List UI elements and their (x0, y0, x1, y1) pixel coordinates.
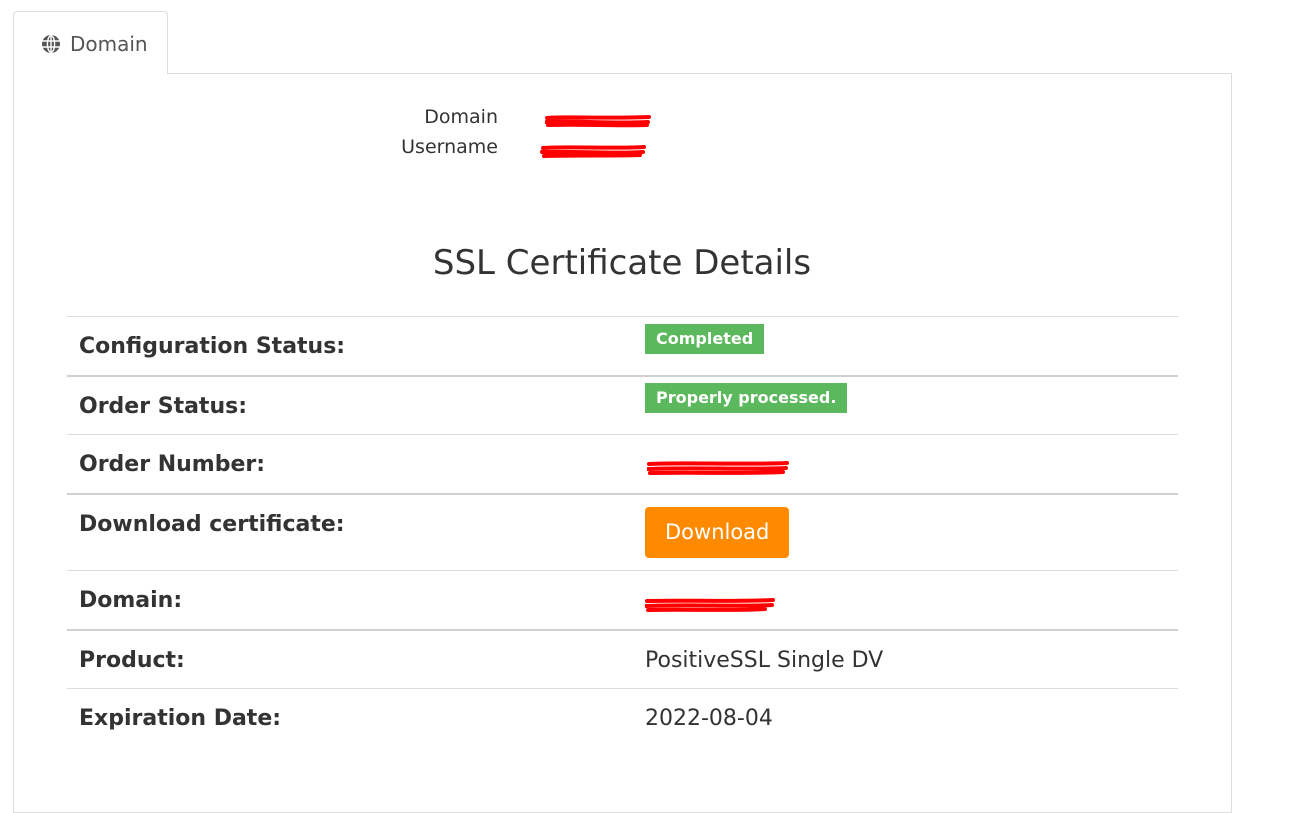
domain-label: Domain: (67, 570, 645, 630)
domain-cell (645, 570, 1178, 630)
redacted-username (540, 145, 646, 158)
product-label: Product: (67, 628, 645, 689)
table-row: Product: PositiveSSL Single DV (67, 628, 1178, 689)
redacted-domain (545, 115, 651, 128)
certificate-details-table: Configuration Status: Completed Order St… (67, 316, 1178, 749)
download-cell: Download (645, 492, 1178, 571)
table-row: Order Status: Properly processed. (67, 374, 1178, 435)
globe-icon (42, 34, 60, 54)
order-status-label: Order Status: (67, 374, 645, 435)
download-button[interactable]: Download (645, 506, 790, 558)
status-badge: Completed (645, 324, 765, 354)
expiration-date-value: 2022-08-04 (645, 688, 1178, 749)
download-certificate-label: Download certificate: (67, 492, 645, 571)
tab-label: Domain (70, 32, 148, 56)
order-number-cell (645, 434, 1178, 494)
account-domain-label: Domain (424, 106, 498, 128)
table-row: Configuration Status: Completed (67, 316, 1178, 376)
page-title: SSL Certificate Details (432, 243, 812, 283)
product-value: PositiveSSL Single DV (645, 628, 1178, 689)
account-username-label: Username (401, 136, 498, 158)
status-badge: Properly processed. (645, 382, 848, 413)
table-row: Download certificate: Download (67, 492, 1178, 571)
expiration-date-label: Expiration Date: (67, 688, 645, 749)
config-status-label: Configuration Status: (67, 316, 645, 376)
order-status-cell: Properly processed. (645, 374, 1178, 435)
tab-domain[interactable]: Domain (13, 11, 168, 74)
redacted-domain-value (645, 598, 775, 612)
order-number-label: Order Number: (67, 434, 645, 494)
table-row: Order Number: (67, 434, 1178, 494)
table-row: Expiration Date: 2022-08-04 (67, 688, 1178, 749)
redacted-order-number (647, 461, 789, 475)
table-row: Domain: (67, 570, 1178, 630)
config-status-cell: Completed (645, 316, 1178, 376)
